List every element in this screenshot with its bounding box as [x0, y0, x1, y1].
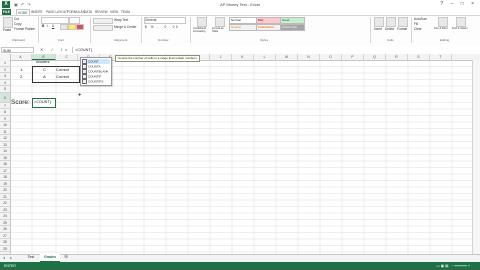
cell-b1[interactable]: Answers [36, 60, 49, 64]
align-top-icons[interactable] [93, 18, 113, 24]
ribbon-divider [411, 17, 412, 43]
sheet-tab-grades[interactable]: Grades [40, 254, 60, 262]
function-tooltip: Counts the number of cells in a range th… [115, 54, 200, 62]
clear-button[interactable]: Clear [414, 27, 422, 31]
copy-button[interactable]: Copy [14, 22, 21, 26]
sheet-tab-test[interactable]: Test [23, 254, 39, 261]
paste-button[interactable]: Paste [3, 28, 11, 32]
sort-filter-icon[interactable] [438, 17, 448, 27]
borders-icon[interactable] [60, 24, 68, 30]
group-label-font: Font [58, 38, 65, 42]
formula-buttons: ✕ ✓ fx [40, 47, 70, 52]
cell-a2[interactable]: 1. [20, 67, 23, 72]
merge-center-button[interactable]: Merge & Center [114, 25, 137, 29]
format-painter-button[interactable]: Format Painter [14, 27, 35, 31]
cell-b6[interactable]: =COUNT( [34, 100, 51, 104]
maximize-icon[interactable]: □ [461, 1, 467, 7]
style-neutral[interactable]: Neutral [229, 24, 257, 31]
ribbon-divider [370, 17, 371, 43]
window-controls: ? – □ × [440, 1, 477, 7]
format-cells-icon[interactable] [398, 17, 408, 27]
insert-cells-icon[interactable] [374, 17, 384, 27]
format-button[interactable]: Format [397, 27, 407, 31]
mouse-cursor-icon: ✚ [78, 92, 82, 97]
group-label-number: Number [158, 38, 169, 42]
ribbon-divider [90, 17, 91, 43]
underline-button[interactable]: U [52, 24, 54, 28]
insert-button[interactable]: Insert [374, 27, 382, 31]
format-as-table-icon[interactable] [215, 17, 225, 27]
minimize-icon[interactable]: – [450, 1, 456, 7]
number-format-value: General [145, 17, 157, 22]
zoom-controls[interactable]: ▭ ▣ ▤ − ━━━━━━ + [437, 262, 470, 270]
autocomplete-item-countifs[interactable]: COUNTIFS [82, 78, 110, 84]
window-title: AP Money Test - Excel [219, 2, 261, 7]
ribbon-divider [38, 17, 39, 43]
align-horizontal-icons[interactable] [93, 25, 113, 31]
find-select-button[interactable]: Find & Select [452, 27, 468, 30]
group-label-clipboard: Clipboard [12, 38, 25, 42]
cell-a6[interactable]: Score: [11, 99, 30, 106]
sort-filter-button[interactable]: Sort & Filter [434, 27, 450, 30]
status-mode: ENTER [4, 264, 16, 268]
bold-button[interactable]: B [42, 24, 44, 28]
wrap-text-button[interactable]: Wrap Text [114, 18, 128, 22]
cancel-entry-icon[interactable]: ✕ [40, 47, 46, 52]
style-calculation[interactable]: Calculation [256, 24, 281, 31]
style-check-cell[interactable]: Check Cell [280, 24, 305, 31]
ribbon-divider [141, 17, 142, 43]
font-color-icon[interactable] [76, 24, 84, 30]
function-autocomplete-list: COUNT COUNTA COUNTBLANK COUNTIF COUNTIFS [80, 56, 112, 86]
answers-border [32, 66, 80, 83]
format-as-table-button[interactable]: Format as Table [212, 27, 226, 33]
confirm-entry-icon[interactable]: ✓ [50, 47, 56, 52]
status-bar: ENTER ▭ ▣ ▤ − ━━━━━━ + [0, 262, 480, 270]
row-header-6[interactable]: 6 [0, 92, 10, 103]
fill-button[interactable]: Fill [414, 22, 418, 26]
style-bad[interactable]: Bad [256, 17, 281, 24]
group-label-alignment: Alignment [114, 38, 128, 42]
cell-a3[interactable]: 2. [20, 74, 23, 79]
autosum-button[interactable]: AutoSum [414, 17, 427, 21]
row-header-29[interactable]: 29 [0, 246, 10, 252]
new-sheet-icon[interactable]: ⊕ [64, 254, 68, 260]
find-select-icon[interactable] [456, 17, 466, 27]
help-icon[interactable]: ? [440, 1, 446, 7]
group-label-editing: Editing [440, 38, 450, 42]
font-name-dropdown[interactable] [41, 17, 69, 24]
style-normal[interactable]: Normal [229, 17, 257, 24]
delete-cells-icon[interactable] [386, 17, 396, 27]
sheet-nav-arrows[interactable]: ◂ ▸ [3, 255, 14, 260]
delete-button[interactable]: Delete [385, 27, 394, 31]
font-size-dropdown[interactable] [69, 17, 80, 24]
cell-gridlines[interactable] [10, 60, 472, 254]
number-format-icons[interactable]: $ % , .0 .00 [145, 25, 179, 29]
insert-function-icon[interactable]: fx [61, 47, 70, 52]
vertical-scrollbar[interactable] [472, 60, 480, 254]
conditional-formatting-icon[interactable] [197, 17, 207, 27]
close-icon[interactable]: × [471, 1, 477, 7]
function-icon [82, 78, 87, 84]
ribbon-divider [190, 17, 191, 43]
group-label-cells: Cells [387, 38, 394, 42]
fill-color-icon[interactable] [68, 24, 76, 30]
formula-input[interactable]: =COUNT( [72, 47, 478, 53]
paste-icon[interactable] [3, 17, 13, 28]
group-label-styles: Styles [260, 38, 269, 42]
italic-button[interactable]: I [47, 24, 48, 28]
conditional-formatting-button[interactable]: Conditional Formatting [193, 27, 209, 33]
cut-button[interactable]: Cut [14, 17, 19, 21]
name-box[interactable]: SUM [1, 47, 34, 53]
style-good[interactable]: Good [280, 17, 305, 24]
